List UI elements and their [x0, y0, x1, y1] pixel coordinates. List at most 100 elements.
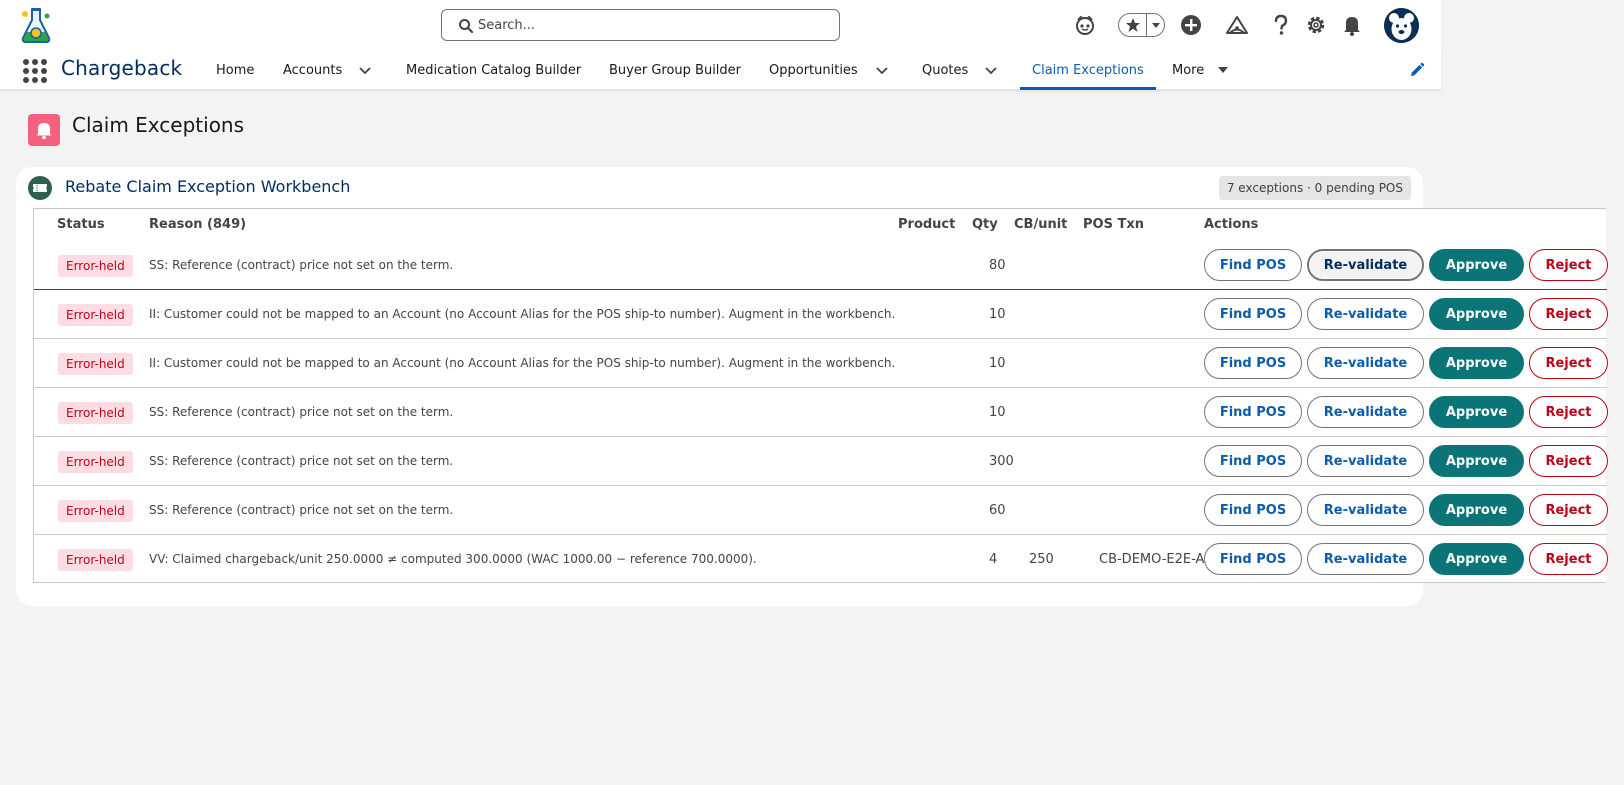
favorites-group[interactable]	[1118, 13, 1165, 37]
nav-item-quotes[interactable]: Quotes	[922, 50, 968, 90]
approve-button[interactable]: Approve	[1429, 396, 1524, 428]
status-badge: Error-held	[58, 353, 133, 375]
revalidate-button[interactable]: Re-validate	[1307, 543, 1424, 575]
column-header-actions: Actions	[1204, 217, 1259, 232]
reason-cell: SS: Reference (contract) price not set o…	[149, 405, 454, 419]
reject-button[interactable]: Reject	[1529, 494, 1608, 526]
chevron-down-icon[interactable]	[983, 62, 999, 78]
help-icon[interactable]	[1268, 12, 1294, 38]
column-header-reason: Reason (849)	[149, 217, 247, 232]
global-actions-plus-icon[interactable]	[1178, 12, 1204, 38]
find-pos-button[interactable]: Find POS	[1204, 494, 1302, 526]
exceptions-count-badge: 7 exceptions · 0 pending POS	[1218, 176, 1411, 200]
revalidate-button[interactable]: Re-validate	[1307, 249, 1424, 281]
table-row: Error-held II: Customer could not be map…	[34, 290, 1608, 339]
status-badge: Error-held	[58, 304, 133, 326]
reject-button[interactable]: Reject	[1529, 543, 1608, 575]
app-launcher-icon[interactable]	[22, 58, 47, 83]
global-search[interactable]	[441, 9, 840, 41]
revalidate-button[interactable]: Re-validate	[1307, 298, 1424, 330]
qty-cell: 4	[989, 552, 998, 567]
qty-cell: 10	[989, 405, 1006, 420]
approve-button[interactable]: Approve	[1429, 445, 1524, 477]
reject-button[interactable]: Reject	[1529, 445, 1608, 477]
favorites-star-icon[interactable]	[1119, 14, 1147, 36]
app-logo[interactable]	[16, 6, 56, 46]
revalidate-button[interactable]: Re-validate	[1307, 494, 1424, 526]
column-header-qty: Qty	[972, 217, 998, 232]
edit-nav-pencil-icon[interactable]	[1409, 62, 1425, 78]
search-icon	[458, 18, 474, 34]
reason-cell: SS: Reference (contract) price not set o…	[149, 503, 454, 517]
revalidate-button[interactable]: Re-validate	[1307, 347, 1424, 379]
card-title: Rebate Claim Exception Workbench	[65, 177, 351, 196]
nav-item-more[interactable]: More	[1172, 50, 1204, 90]
notifications-bell-icon[interactable]	[1339, 12, 1365, 38]
nav-item-opportunities[interactable]: Opportunities	[769, 50, 858, 90]
reject-button[interactable]: Reject	[1529, 396, 1608, 428]
revalidate-button[interactable]: Re-validate	[1307, 396, 1424, 428]
approve-button[interactable]: Approve	[1429, 347, 1524, 379]
revalidate-button[interactable]: Re-validate	[1307, 445, 1424, 477]
search-input[interactable]	[478, 14, 828, 36]
favorites-caret-icon[interactable]	[1147, 14, 1164, 36]
approve-button[interactable]: Approve	[1429, 543, 1524, 575]
reason-cell: SS: Reference (contract) price not set o…	[149, 258, 454, 272]
avatar[interactable]	[1384, 8, 1419, 43]
column-header-pos-txn: POS Txn	[1083, 217, 1144, 232]
find-pos-button[interactable]: Find POS	[1204, 543, 1302, 575]
table-row: Error-held VV: Claimed chargeback/unit 2…	[34, 535, 1608, 584]
nav-item-home[interactable]: Home	[216, 50, 254, 90]
find-pos-button[interactable]: Find POS	[1204, 249, 1302, 281]
column-header-cb-unit: CB/unit	[1014, 217, 1068, 232]
status-badge: Error-held	[58, 451, 133, 473]
reject-button[interactable]: Reject	[1529, 347, 1608, 379]
find-pos-button[interactable]: Find POS	[1204, 347, 1302, 379]
approve-button[interactable]: Approve	[1429, 249, 1524, 281]
app-nav-bar: Chargeback Home Accounts Medication Cata…	[0, 50, 1441, 90]
find-pos-button[interactable]: Find POS	[1204, 298, 1302, 330]
bell-icon	[28, 114, 60, 146]
qty-cell: 80	[989, 258, 1006, 273]
qty-cell: 60	[989, 503, 1006, 518]
approve-button[interactable]: Approve	[1429, 494, 1524, 526]
qty-cell: 10	[989, 307, 1006, 322]
nav-item-medication-catalog-builder[interactable]: Medication Catalog Builder	[406, 50, 581, 90]
more-caret-icon[interactable]	[1215, 62, 1231, 78]
status-badge: Error-held	[58, 500, 133, 522]
chevron-down-icon[interactable]	[874, 62, 890, 78]
page-title: Claim Exceptions	[72, 113, 245, 137]
reason-cell: II: Customer could not be mapped to an A…	[149, 356, 896, 370]
table-row: Error-held SS: Reference (contract) pric…	[34, 388, 1608, 437]
workbench-card: Rebate Claim Exception Workbench 7 excep…	[16, 167, 1608, 606]
column-header-status: Status	[57, 217, 105, 232]
cb-unit-cell: 250	[1029, 552, 1054, 567]
pos-txn-cell: CB-DEMO-E2E-A	[1099, 552, 1205, 567]
setup-gear-icon[interactable]	[1303, 12, 1329, 38]
table-row: Error-held SS: Reference (contract) pric…	[34, 486, 1608, 535]
app-name: Chargeback	[61, 56, 183, 80]
global-header	[0, 0, 1441, 50]
qty-cell: 10	[989, 356, 1006, 371]
reject-button[interactable]: Reject	[1529, 298, 1608, 330]
nav-item-buyer-group-builder[interactable]: Buyer Group Builder	[609, 50, 741, 90]
reason-cell: SS: Reference (contract) price not set o…	[149, 454, 454, 468]
nav-item-accounts[interactable]: Accounts	[283, 50, 342, 90]
exceptions-table: Status Reason (849) Product Qty CB/unit …	[33, 208, 1608, 584]
ticket-icon	[28, 176, 52, 200]
find-pos-button[interactable]: Find POS	[1204, 396, 1302, 428]
reason-cell: II: Customer could not be mapped to an A…	[149, 307, 896, 321]
assistant-icon[interactable]	[1072, 12, 1098, 38]
nav-item-claim-exceptions[interactable]: Claim Exceptions	[1020, 50, 1156, 90]
approve-button[interactable]: Approve	[1429, 298, 1524, 330]
reason-cell: VV: Claimed chargeback/unit 250.0000 ≠ c…	[149, 552, 757, 566]
status-badge: Error-held	[58, 255, 133, 277]
reject-button[interactable]: Reject	[1529, 249, 1608, 281]
find-pos-button[interactable]: Find POS	[1204, 445, 1302, 477]
table-row: Error-held SS: Reference (contract) pric…	[34, 241, 1608, 290]
status-badge: Error-held	[58, 549, 133, 571]
chevron-down-icon[interactable]	[357, 62, 373, 78]
qty-cell: 300	[989, 454, 1014, 469]
table-row: Error-held SS: Reference (contract) pric…	[34, 437, 1608, 486]
trailhead-icon[interactable]	[1224, 12, 1250, 38]
